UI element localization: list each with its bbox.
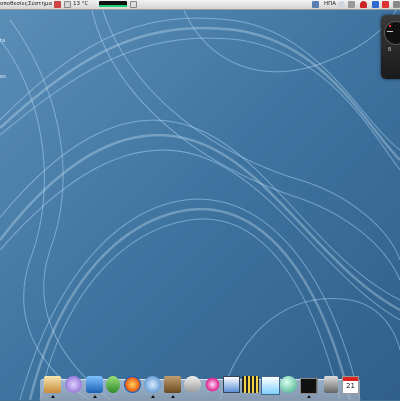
firefox-browser-icon[interactable] bbox=[124, 376, 141, 393]
places-menu[interactable]: οποθεσίες bbox=[0, 1, 28, 8]
volume-icon[interactable] bbox=[348, 1, 355, 8]
running-indicator bbox=[151, 395, 155, 398]
running-indicator bbox=[51, 395, 55, 398]
power-icon[interactable] bbox=[382, 1, 389, 8]
chat-client-icon[interactable] bbox=[106, 376, 120, 393]
help-icon[interactable] bbox=[54, 1, 61, 8]
phone-icon[interactable] bbox=[184, 376, 201, 393]
applet-separator-icon bbox=[130, 1, 137, 8]
system-monitor-graph[interactable] bbox=[99, 1, 127, 7]
clock-mark-icon bbox=[389, 25, 391, 27]
web-browser-icon[interactable] bbox=[144, 376, 161, 393]
file-manager-icon[interactable] bbox=[164, 376, 181, 393]
media-player-icon[interactable] bbox=[65, 376, 82, 393]
network-icon[interactable] bbox=[372, 1, 379, 8]
notification-bell-icon[interactable] bbox=[360, 1, 367, 8]
clock-widget[interactable]: 8 bbox=[381, 15, 400, 79]
clock-hand-icon bbox=[387, 31, 393, 32]
egg-app-icon[interactable] bbox=[280, 376, 297, 393]
clock-time-text: 8 bbox=[388, 47, 392, 53]
system-menu[interactable]: Σύστημα bbox=[28, 1, 52, 8]
calendar-icon[interactable]: 21 bbox=[342, 376, 359, 394]
keyboard-icon[interactable] bbox=[312, 1, 319, 8]
desktop-icon-label[interactable]: es bbox=[0, 74, 6, 80]
dock-separator bbox=[316, 376, 317, 393]
messenger-icon[interactable] bbox=[86, 376, 103, 393]
desktop-wallpaper bbox=[0, 0, 400, 400]
video-editor-icon[interactable] bbox=[242, 376, 259, 393]
top-panel: οποθεσίες Σύστημα 13 °C ΗΠΑ bbox=[0, 0, 400, 10]
running-indicator bbox=[307, 395, 311, 398]
clock-face bbox=[384, 21, 400, 45]
home-folder-icon[interactable] bbox=[44, 376, 61, 393]
flower-photo-icon[interactable] bbox=[204, 376, 221, 393]
bluetooth-icon[interactable] bbox=[338, 1, 345, 8]
desktop-icon-label[interactable]: ta bbox=[0, 38, 5, 44]
weather-icon[interactable] bbox=[64, 1, 71, 8]
keyboard-layout-label[interactable]: ΗΠΑ bbox=[324, 1, 336, 8]
running-indicator bbox=[171, 395, 175, 398]
text-editor-icon[interactable] bbox=[261, 376, 280, 395]
calendar-header bbox=[343, 377, 358, 381]
dock: 21 bbox=[40, 374, 360, 401]
weather-temperature[interactable]: 13 °C bbox=[73, 1, 88, 8]
running-indicator bbox=[93, 395, 97, 398]
calendar-day-number: 21 bbox=[346, 382, 355, 390]
trash-icon[interactable] bbox=[324, 376, 338, 393]
image-viewer-icon[interactable] bbox=[223, 376, 240, 393]
user-icon[interactable] bbox=[393, 1, 400, 8]
